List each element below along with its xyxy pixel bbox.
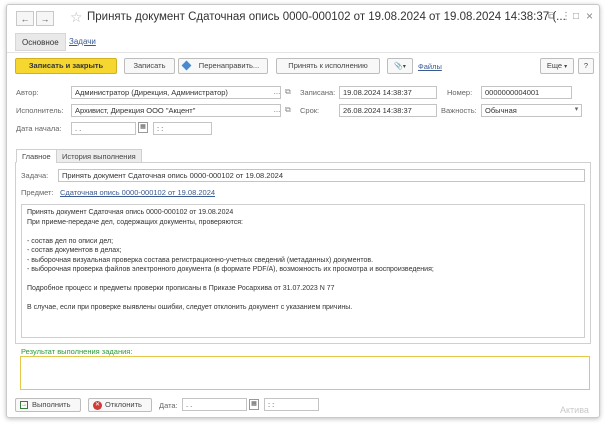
result-input[interactable] <box>20 356 590 390</box>
start-date-field[interactable]: . . <box>71 122 136 135</box>
chevron-down-icon[interactable]: ▾ <box>572 104 581 117</box>
close-icon[interactable]: × <box>586 9 593 23</box>
date-label: Дата: <box>159 401 178 410</box>
number-field: 0000000004001 <box>481 86 572 99</box>
activation-watermark: Актива <box>560 405 589 415</box>
description-line: При приеме-передаче дел, содержащих доку… <box>27 218 243 226</box>
description-line: - выборочная проверка файлов электронног… <box>27 266 434 273</box>
description-line <box>27 275 579 285</box>
execute-icon: → <box>20 401 28 409</box>
importance-label: Важность: <box>441 106 477 115</box>
reject-button-label: Отклонить <box>105 400 142 409</box>
execute-button-label: Выполнить <box>32 400 71 409</box>
description-line: - состав дел по описи дел; <box>27 237 114 245</box>
result-label: Результат выполнения задания: <box>21 347 133 356</box>
save-button[interactable]: Записать <box>124 58 175 74</box>
tab-main[interactable]: Основное <box>15 33 66 51</box>
reject-button[interactable]: ✕ Отклонить <box>88 398 152 412</box>
redirect-icon <box>181 60 192 71</box>
description-line <box>27 294 579 304</box>
redirect-button[interactable]: Перенаправить... <box>178 58 268 74</box>
window-title: Принять документ Сдаточная опись 0000-00… <box>87 11 566 23</box>
executor-field[interactable]: Архивист, Дирекция ООО "Акцент" <box>71 104 281 117</box>
open-icon[interactable]: ⧉ <box>285 105 291 115</box>
files-link[interactable]: Файлы <box>418 62 442 71</box>
paperclip-icon: 📎 <box>394 63 403 70</box>
deadline-field[interactable]: 26.08.2024 14:38:37 <box>339 104 437 117</box>
task-description: Принять документ Сдаточная опись 0000-00… <box>21 204 585 338</box>
more-vertical-icon[interactable]: ⋮ <box>561 11 571 22</box>
chevron-down-icon: ▾ <box>564 64 568 70</box>
accept-for-execution-button[interactable]: Принять к исполнению <box>276 58 380 74</box>
description-line: - состав документов в делах; <box>27 247 122 254</box>
tab-tasks[interactable]: Задачи <box>69 33 96 51</box>
back-button[interactable]: ← <box>16 11 34 26</box>
subject-link[interactable]: Сдаточная опись 0000-000102 от 19.08.202… <box>60 188 215 197</box>
reject-icon: ✕ <box>93 401 102 410</box>
deadline-label: Срок: <box>300 106 320 115</box>
attach-button[interactable]: 📎▾ <box>387 58 413 74</box>
more-button[interactable]: Еще ▾ <box>540 58 574 74</box>
number-label: Номер: <box>447 88 473 97</box>
start-time-field[interactable]: : : <box>153 122 212 135</box>
tab-execution-history[interactable]: История выполнения <box>56 149 142 163</box>
task-field: Принять документ Сдаточная опись 0000-00… <box>58 169 585 182</box>
author-select-button[interactable]: ... <box>271 86 283 99</box>
author-field[interactable]: Администратор (Дирекция, Администратор) <box>71 86 281 99</box>
arrow-right-icon: → <box>40 13 50 24</box>
description-line <box>27 227 579 237</box>
tab-general[interactable]: Главное <box>16 149 57 163</box>
calendar-icon[interactable]: ▦ <box>249 399 259 410</box>
written-field: 19.08.2024 14:38:37 <box>339 86 437 99</box>
description-line: Подробное процесс и предметы проверки пр… <box>27 285 335 292</box>
time-field[interactable]: : : <box>264 398 319 411</box>
date-field[interactable]: . . <box>182 398 247 411</box>
open-icon[interactable]: ⧉ <box>285 87 291 97</box>
task-window: ← → ☆ Принять документ Сдаточная опись 0… <box>6 4 601 418</box>
executor-label: Исполнитель: <box>16 106 64 115</box>
restore-window-icon[interactable]: □ <box>573 11 579 22</box>
more-button-label: Еще <box>546 61 563 70</box>
start-date-label: Дата начала: <box>16 124 62 133</box>
executor-select-button[interactable]: ... <box>271 104 283 117</box>
chevron-down-icon: ▾ <box>402 64 406 70</box>
description-line: - выборочная визуальная проверка состава… <box>27 256 374 264</box>
description-line: В случае, если при проверке выявлены оши… <box>27 304 353 311</box>
description-line: Принять документ Сдаточная опись 0000-00… <box>27 209 234 216</box>
author-label: Автор: <box>16 88 39 97</box>
subject-label: Предмет: <box>21 188 54 197</box>
save-and-close-button[interactable]: Записать и закрыть <box>15 58 117 74</box>
help-button[interactable]: ? <box>578 58 594 74</box>
forward-button[interactable]: → <box>36 11 54 26</box>
task-label: Задача: <box>21 171 49 180</box>
execute-button[interactable]: → Выполнить <box>15 398 81 412</box>
divider <box>7 52 601 53</box>
arrow-left-icon: ← <box>20 13 30 24</box>
importance-select[interactable]: Обычная <box>481 104 582 117</box>
redirect-button-label: Перенаправить... <box>198 61 260 70</box>
favorite-star-icon[interactable]: ☆ <box>70 9 83 26</box>
link-icon[interactable]: ⧉ <box>548 11 555 22</box>
written-label: Записана: <box>300 88 336 97</box>
calendar-icon[interactable]: ▦ <box>138 122 148 133</box>
